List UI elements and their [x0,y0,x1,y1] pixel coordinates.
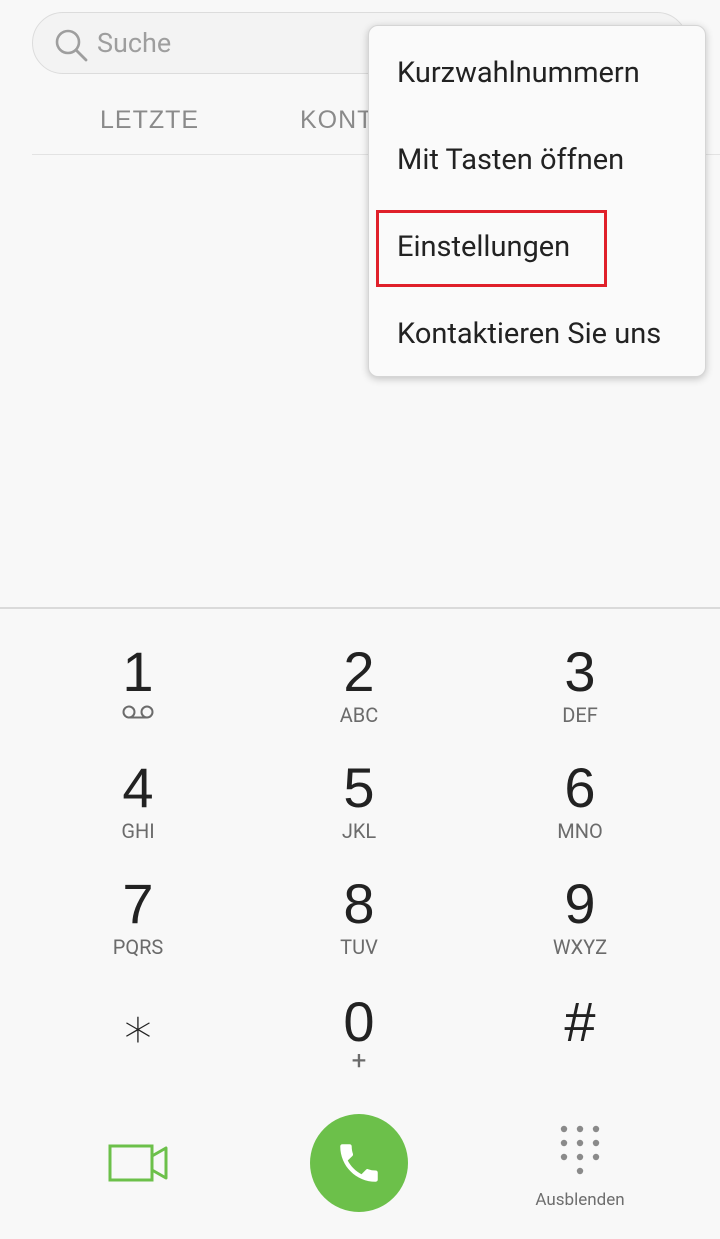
tab-recent[interactable]: LETZTE [100,106,199,135]
dial-key-digit: 8 [343,872,375,935]
voicemail-icon [122,705,154,719]
dial-key-hash[interactable]: # [480,992,680,1092]
menu-item-speed-dial[interactable]: Kurzwahlnummern [397,56,640,90]
dial-key-6[interactable]: 6 MNO [480,758,680,858]
dial-key-letters: WXYZ [552,935,608,959]
dialer-screen: Suche LETZTE KONTA 1 2 ABC 3 DEF 4 GHI 5… [0,0,720,1239]
dial-key-digit: 7 [122,872,154,935]
dial-key-digit: ⁎ [124,990,152,1053]
dial-key-1[interactable]: 1 [38,642,238,742]
overflow-menu: Kurzwahlnummern Mit Tasten öffnen Einste… [368,25,706,377]
dial-key-digit: 1 [122,640,154,703]
dial-key-star[interactable]: ⁎ [38,992,238,1092]
dial-key-letters: ABC [339,703,379,727]
dial-key-8[interactable]: 8 TUV [259,874,459,974]
dial-key-digit: 2 [343,640,375,703]
phone-icon [340,1144,378,1182]
dial-key-letters: JKL [341,819,377,843]
video-call-icon[interactable] [108,1142,168,1184]
dial-key-digit: 0 [343,990,375,1053]
dial-key-digit: 9 [564,872,596,935]
dial-key-digit: 5 [343,756,375,819]
menu-item-open-with-keys[interactable]: Mit Tasten öffnen [397,143,624,177]
dial-key-3[interactable]: 3 DEF [480,642,680,742]
dial-key-letters: MNO [557,819,603,843]
dial-key-letters: GHI [121,819,155,843]
dial-key-letters: TUV [340,935,378,959]
hide-keypad-button[interactable]: Ausblenden [520,1124,640,1214]
search-placeholder: Suche [97,27,172,59]
dial-key-2[interactable]: 2 ABC [259,642,459,742]
dial-key-digit: 4 [122,756,154,819]
dial-key-letters: DEF [562,703,598,727]
dial-key-digit: 3 [564,640,596,703]
dial-key-7[interactable]: 7 PQRS [38,874,238,974]
dial-key-digit: # [564,990,596,1053]
dial-key-letters: + [351,1046,367,1076]
dial-key-9[interactable]: 9 WXYZ [480,874,680,974]
dial-key-4[interactable]: 4 GHI [38,758,238,858]
dial-key-digit: 6 [564,756,596,819]
dial-key-0[interactable]: 0 + [259,992,459,1092]
menu-item-settings[interactable]: Einstellungen [397,230,570,264]
dial-key-letters: PQRS [112,935,164,959]
dial-key-5[interactable]: 5 JKL [259,758,459,858]
menu-item-contact-us[interactable]: Kontaktieren Sie uns [397,317,661,351]
dialpad-grid-icon [560,1125,600,1175]
search-icon [55,29,88,62]
hide-keypad-label: Ausblenden [535,1190,625,1210]
dialpad-divider [0,607,720,609]
call-button[interactable] [310,1114,408,1212]
